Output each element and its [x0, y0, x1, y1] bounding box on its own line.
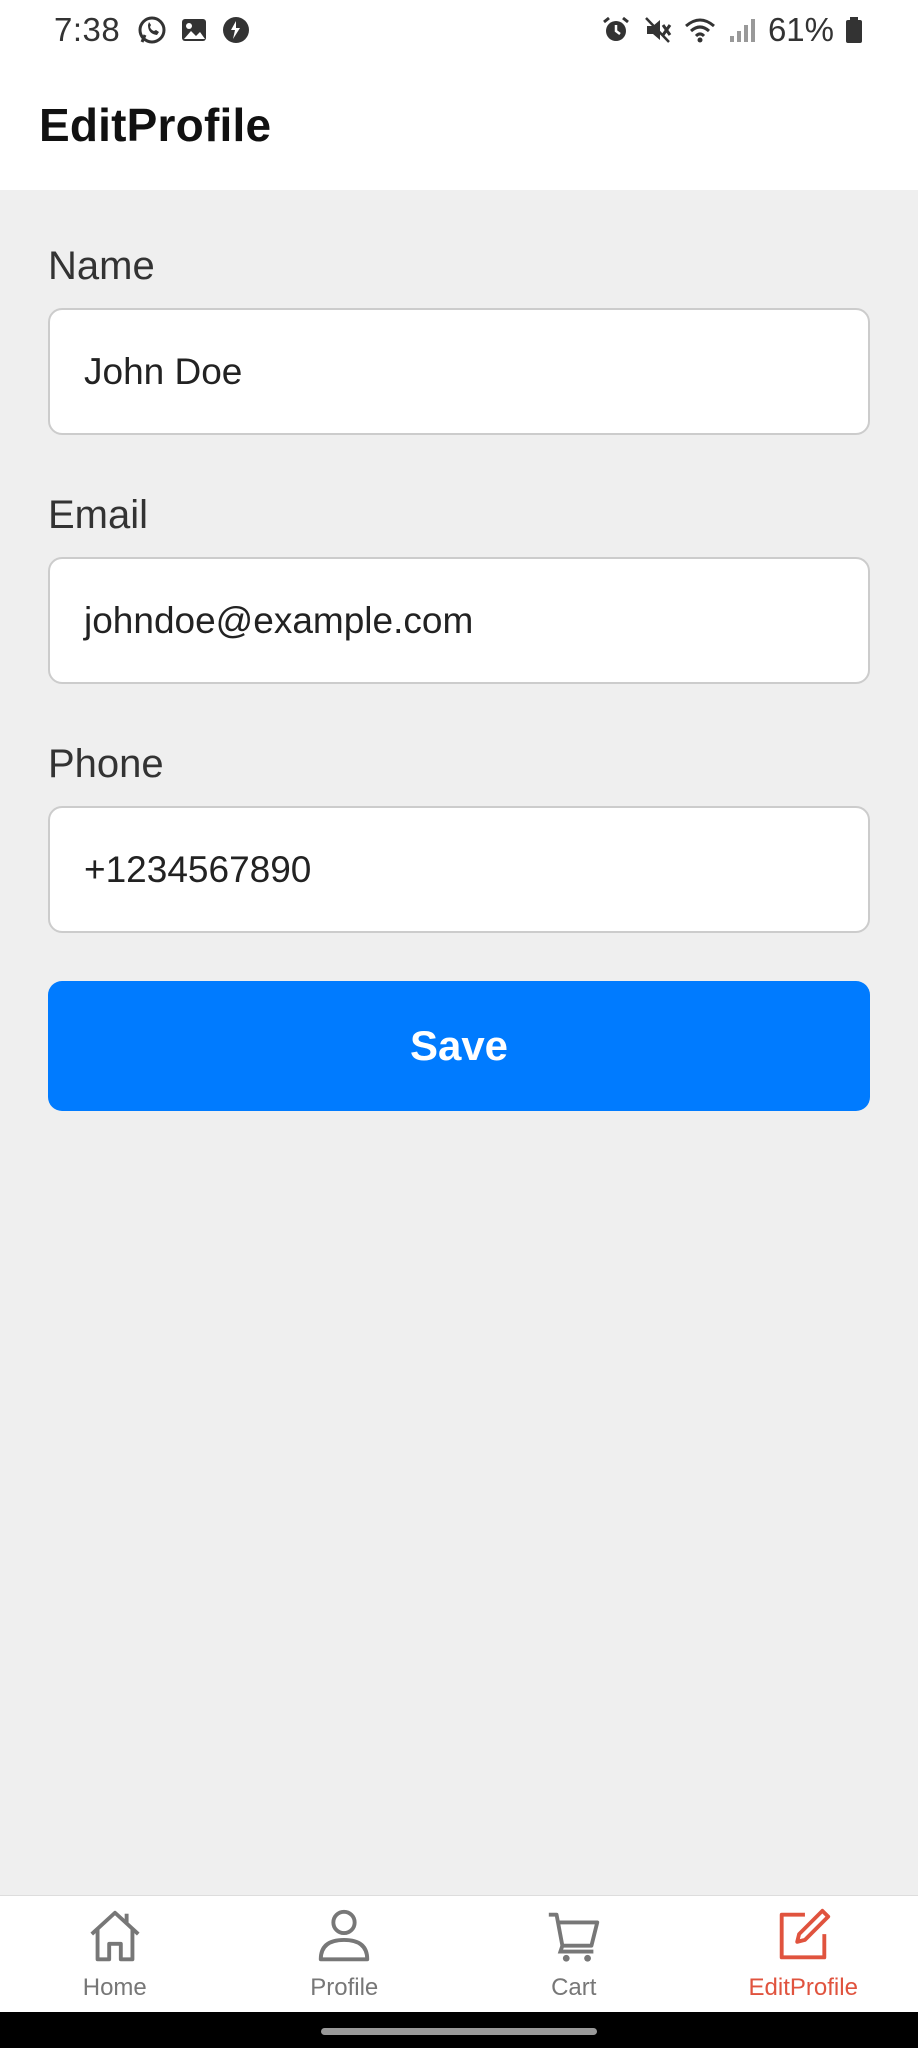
status-time: 7:38: [54, 11, 121, 48]
battery-percent: 61%: [767, 11, 834, 48]
nav-item-home[interactable]: Home: [0, 1896, 230, 2012]
nav-item-editprofile[interactable]: EditProfile: [689, 1896, 918, 2012]
email-label: Email: [48, 493, 149, 537]
bottom-nav: Home Profile Cart EditProfile: [0, 1895, 918, 2012]
cart-icon: [542, 1904, 606, 1968]
status-left: 7:38: [54, 11, 252, 49]
nav-item-profile[interactable]: Profile: [230, 1896, 460, 2012]
name-label: Name: [48, 244, 155, 288]
mute-icon: [642, 14, 674, 46]
save-button[interactable]: Save: [48, 981, 870, 1111]
app-header: EditProfile: [0, 60, 918, 190]
wifi-icon: [684, 14, 716, 46]
phone-field-group: Phone +1234567890: [48, 740, 870, 933]
phone-input[interactable]: +1234567890: [48, 806, 870, 933]
status-bar: 7:38 61%: [0, 0, 918, 60]
nav-label-home: Home: [82, 1974, 147, 2001]
status-right: 61%: [600, 11, 864, 49]
person-icon: [312, 1904, 376, 1968]
page-title: EditProfile: [39, 99, 272, 151]
vpn-icon: [220, 14, 252, 46]
nav-label-cart: Cart: [551, 1974, 597, 2001]
nav-label-editprofile: EditProfile: [748, 1974, 858, 2001]
edit-profile-form: Name John Doe Email johndoe@example.com …: [48, 190, 870, 1111]
gallery-icon: [178, 14, 210, 46]
email-input[interactable]: johndoe@example.com: [48, 557, 870, 684]
edit-icon: [771, 1904, 835, 1968]
name-input[interactable]: John Doe: [48, 308, 870, 435]
battery-icon: [844, 14, 864, 46]
home-icon: [83, 1904, 147, 1968]
name-field-group: Name John Doe: [48, 242, 870, 435]
alarm-icon: [600, 14, 632, 46]
whatsapp-icon: [136, 14, 168, 46]
nav-item-cart[interactable]: Cart: [459, 1896, 689, 2012]
phone-label: Phone: [48, 742, 164, 786]
email-field-group: Email johndoe@example.com: [48, 491, 870, 684]
nav-label-profile: Profile: [310, 1974, 379, 2001]
system-nav-bar: [0, 2012, 918, 2048]
home-indicator[interactable]: [321, 2028, 597, 2035]
signal-icon: [726, 14, 758, 46]
